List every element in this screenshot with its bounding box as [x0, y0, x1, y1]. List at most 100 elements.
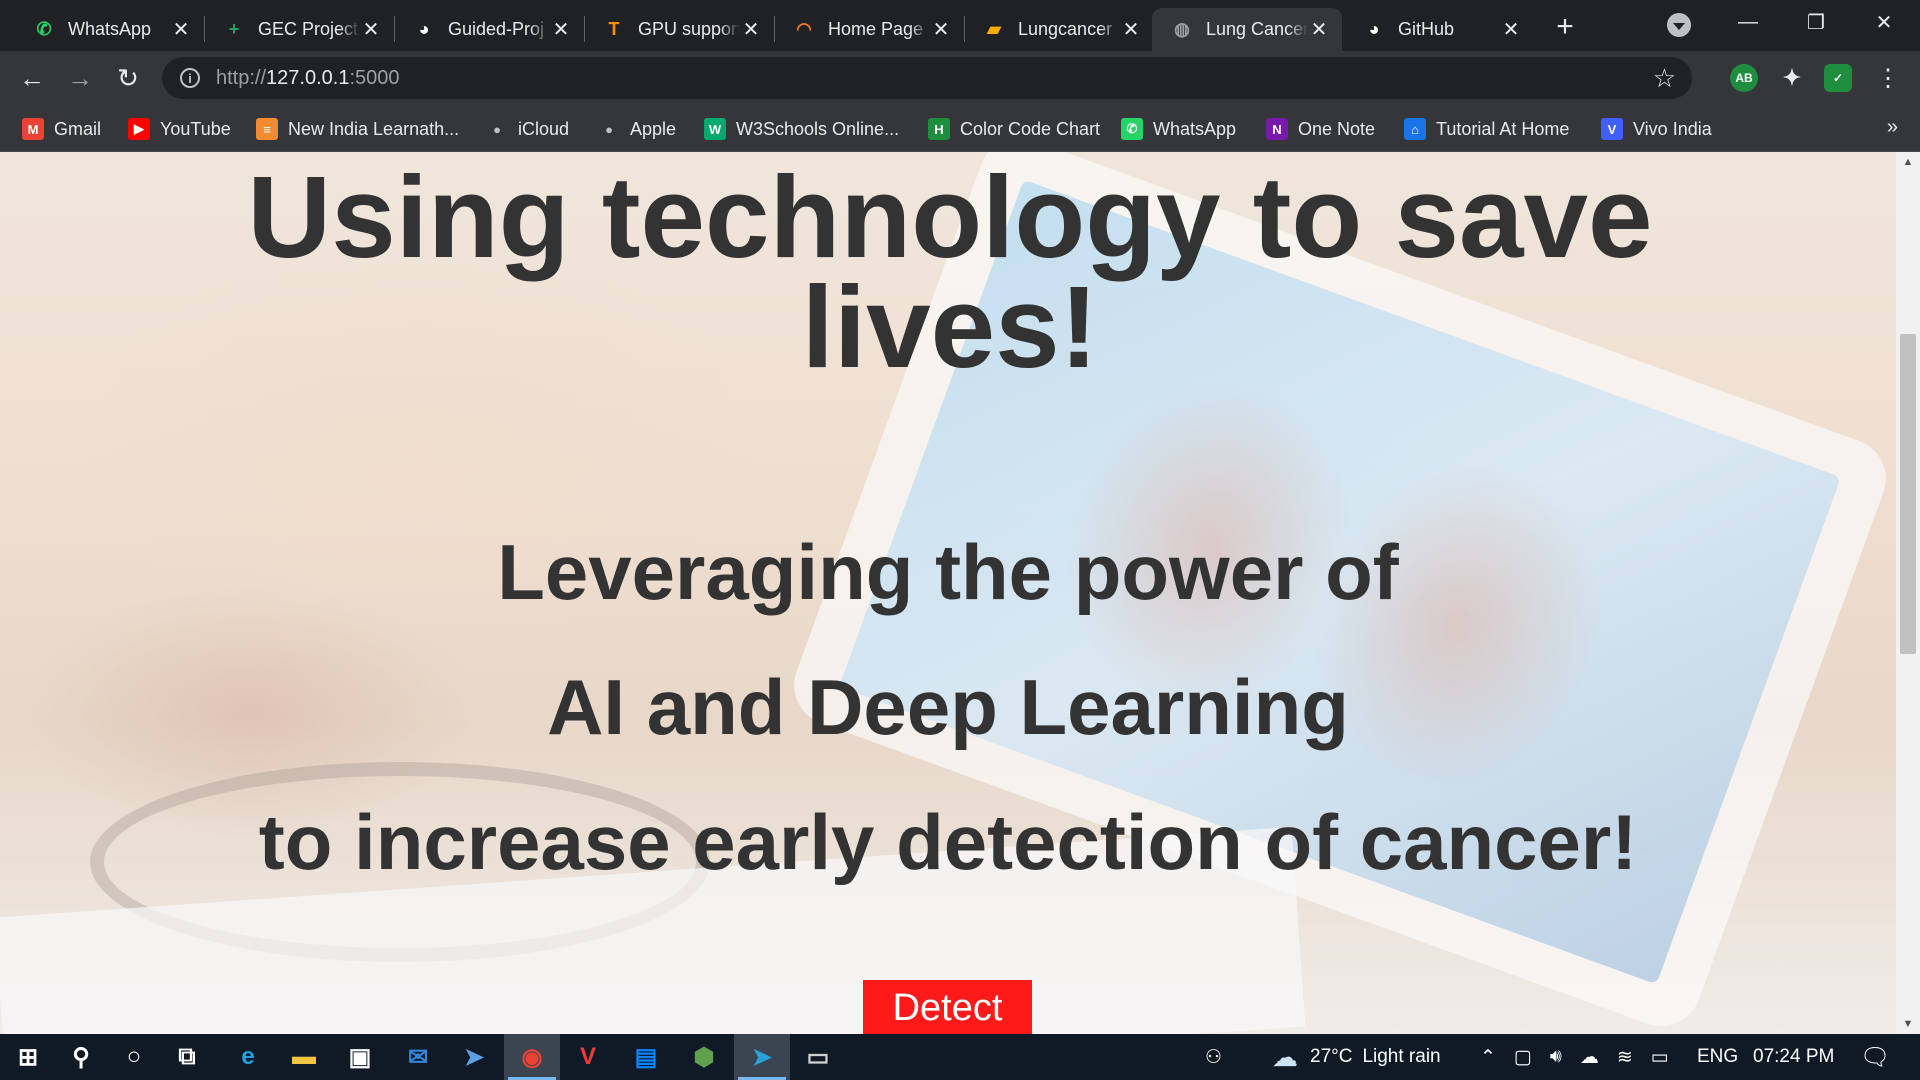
- search-icon[interactable]: ⚲: [53, 1034, 109, 1080]
- input-language[interactable]: ENG: [1697, 1034, 1738, 1080]
- people-icon[interactable]: ⚇: [1205, 1034, 1222, 1080]
- weather-widget[interactable]: ☁ 27°C Light rain: [1272, 1034, 1441, 1080]
- bookmark-vivo-india[interactable]: V Vivo India: [1601, 116, 1712, 142]
- new-tab-button[interactable]: +: [1548, 10, 1582, 44]
- show-hidden-icons-icon[interactable]: ⌃: [1480, 1046, 1496, 1069]
- minimize-button[interactable]: —: [1716, 0, 1780, 44]
- tab-strip: ✆ WhatsApp ✕ + GEC Project ✕ ◕ Guided-Proj ✕ T GPU…: [0, 0, 1920, 51]
- browser-toolbar: ← → ↻ i http://127.0.0.1:5000 ☆ AB ✦ ✓ ⋮: [0, 51, 1920, 106]
- onedrive-icon[interactable]: ☁: [1580, 1046, 1599, 1069]
- bookmark-one-note[interactable]: N One Note: [1266, 116, 1375, 142]
- store-icon-glyph: ▣: [348, 1043, 372, 1071]
- restore-button[interactable]: ❐: [1784, 0, 1848, 44]
- mail-icon[interactable]: ✉: [390, 1034, 446, 1080]
- adblock-icon[interactable]: AB: [1730, 64, 1758, 92]
- cortana-icon[interactable]: ○: [106, 1034, 162, 1080]
- bookmark-whatsapp[interactable]: ✆ WhatsApp: [1121, 116, 1236, 142]
- file-explorer-icon[interactable]: ▬: [276, 1034, 332, 1080]
- page-headline: Using technology to save lives!: [247, 152, 1653, 392]
- forward-button[interactable]: →: [62, 60, 98, 96]
- w3schools-icon: W: [704, 118, 726, 140]
- powershell-icon[interactable]: ➤: [446, 1034, 502, 1080]
- telegram-icon[interactable]: ➤: [734, 1034, 790, 1080]
- gmail-icon: M: [22, 118, 44, 140]
- bookmark-star-icon[interactable]: ☆: [1653, 63, 1676, 94]
- start-icon: ⊞: [17, 1043, 39, 1071]
- bookmark-gmail[interactable]: M Gmail: [22, 116, 101, 142]
- tab-github[interactable]: ◕ GitHub ✕: [1344, 8, 1534, 51]
- close-window-button[interactable]: ✕: [1852, 0, 1916, 44]
- bookmark-color-code-chart[interactable]: H Color Code Chart: [928, 116, 1100, 142]
- tab-home-page[interactable]: ◠ Home Page ✕: [774, 8, 964, 51]
- tab-gpu-support[interactable]: T GPU support ✕: [584, 8, 774, 51]
- nodejs-icon-glyph: ⬢: [693, 1043, 715, 1071]
- url-text[interactable]: http://127.0.0.1:5000: [216, 67, 400, 90]
- meet-now-icon[interactable]: ▢: [1514, 1046, 1532, 1069]
- close-tab-icon[interactable]: ✕: [1120, 19, 1142, 41]
- extensions-puzzle-icon[interactable]: ✦: [1778, 64, 1806, 92]
- bookmark-label: WhatsApp: [1153, 118, 1237, 139]
- close-tab-icon[interactable]: ✕: [1308, 19, 1330, 41]
- tab-search-icon[interactable]: [1667, 13, 1691, 37]
- scroll-up-arrow[interactable]: ▲: [1896, 152, 1920, 172]
- close-tab-icon[interactable]: ✕: [170, 19, 192, 41]
- close-tab-icon[interactable]: ✕: [550, 19, 572, 41]
- close-tab-icon[interactable]: ✕: [930, 19, 952, 41]
- tab-guided-proj[interactable]: ◕ Guided-Proj ✕: [394, 8, 584, 51]
- bookmarks-overflow-button[interactable]: »: [1887, 116, 1898, 139]
- bookmarks-bar: M Gmail ▶ YouTube ≡ New India Learnath... ● iCl…: [0, 106, 1920, 152]
- close-tab-icon[interactable]: ✕: [360, 19, 382, 41]
- tab-lungcancer[interactable]: ▰ Lungcancer ✕: [964, 8, 1154, 51]
- tagline-line-2: AI and Deep Learning: [547, 663, 1349, 751]
- bookmark-label: Vivo India: [1633, 118, 1712, 139]
- bookmark-tutorial-at-home[interactable]: ⌂ Tutorial At Home: [1404, 116, 1569, 142]
- volume-icon[interactable]: 🔊︎: [1550, 1046, 1562, 1068]
- cmd-icon[interactable]: ▤: [618, 1034, 674, 1080]
- tab-whatsapp[interactable]: ✆ WhatsApp ✕: [14, 8, 204, 51]
- wifi-icon[interactable]: ≋: [1617, 1046, 1633, 1069]
- page-scrollbar[interactable]: ▲ ▼: [1896, 152, 1920, 1034]
- tab-title: Lungcancer: [1018, 19, 1113, 39]
- bookmark-apple[interactable]: ● Apple: [598, 116, 676, 142]
- tab-title: Lung Cancer: [1206, 19, 1308, 39]
- detect-button[interactable]: Detect: [863, 980, 1032, 1034]
- vivaldi-icon[interactable]: V: [560, 1034, 616, 1080]
- edge-icon[interactable]: e: [220, 1034, 276, 1080]
- sheets-plus-icon: +: [228, 19, 240, 39]
- tab-title: GEC Project: [258, 19, 359, 39]
- terminal-icon[interactable]: ▭: [790, 1034, 846, 1080]
- tensorflow-icon: T: [608, 19, 620, 39]
- close-tab-icon[interactable]: ✕: [740, 19, 762, 41]
- browser-menu-icon[interactable]: ⋮: [1870, 60, 1906, 96]
- back-button[interactable]: ←: [14, 60, 50, 96]
- address-bar[interactable]: i http://127.0.0.1:5000 ☆: [162, 57, 1692, 99]
- tab-title: Home Page: [828, 19, 924, 39]
- bookmark-new-india-learnath[interactable]: ≡ New India Learnath...: [256, 116, 459, 142]
- action-center-icon[interactable]: 🗨︎: [1860, 1034, 1890, 1080]
- task-view-icon[interactable]: ⧉: [159, 1034, 215, 1080]
- tab-lung-cancer[interactable]: ◍ Lung Cancer ✕: [1152, 8, 1342, 51]
- url-scheme: http://: [216, 66, 267, 89]
- weather-temp: 27°C: [1310, 1046, 1353, 1067]
- bookmark-youtube[interactable]: ▶ YouTube: [128, 116, 231, 142]
- store-icon[interactable]: ▣: [332, 1034, 388, 1080]
- tab-gec-project[interactable]: + GEC Project ✕: [204, 8, 394, 51]
- bookmark-w3schools-online[interactable]: W W3Schools Online...: [704, 116, 899, 142]
- reload-button[interactable]: ↻: [110, 60, 146, 96]
- nodejs-icon[interactable]: ⬢: [676, 1034, 732, 1080]
- close-tab-icon[interactable]: ✕: [1500, 19, 1522, 41]
- bookmark-icloud[interactable]: ● iCloud: [486, 116, 569, 142]
- chrome-icon[interactable]: ◉: [504, 1034, 560, 1080]
- scroll-thumb[interactable]: [1900, 334, 1916, 654]
- site-info-icon[interactable]: i: [180, 68, 200, 88]
- scroll-down-arrow[interactable]: ▼: [1896, 1014, 1920, 1034]
- jupyter-icon: ◠: [796, 19, 812, 39]
- vivaldi-icon-glyph: V: [579, 1043, 596, 1070]
- start-button[interactable]: ⊞: [0, 1034, 56, 1080]
- onenote-icon: N: [1266, 118, 1288, 140]
- shield-check-icon[interactable]: ✓: [1824, 64, 1852, 92]
- tab-title: GitHub: [1398, 19, 1455, 39]
- battery-icon[interactable]: ▭: [1651, 1046, 1669, 1069]
- bookmark-label: YouTube: [160, 118, 231, 139]
- clock[interactable]: 07:24 PM: [1753, 1034, 1834, 1080]
